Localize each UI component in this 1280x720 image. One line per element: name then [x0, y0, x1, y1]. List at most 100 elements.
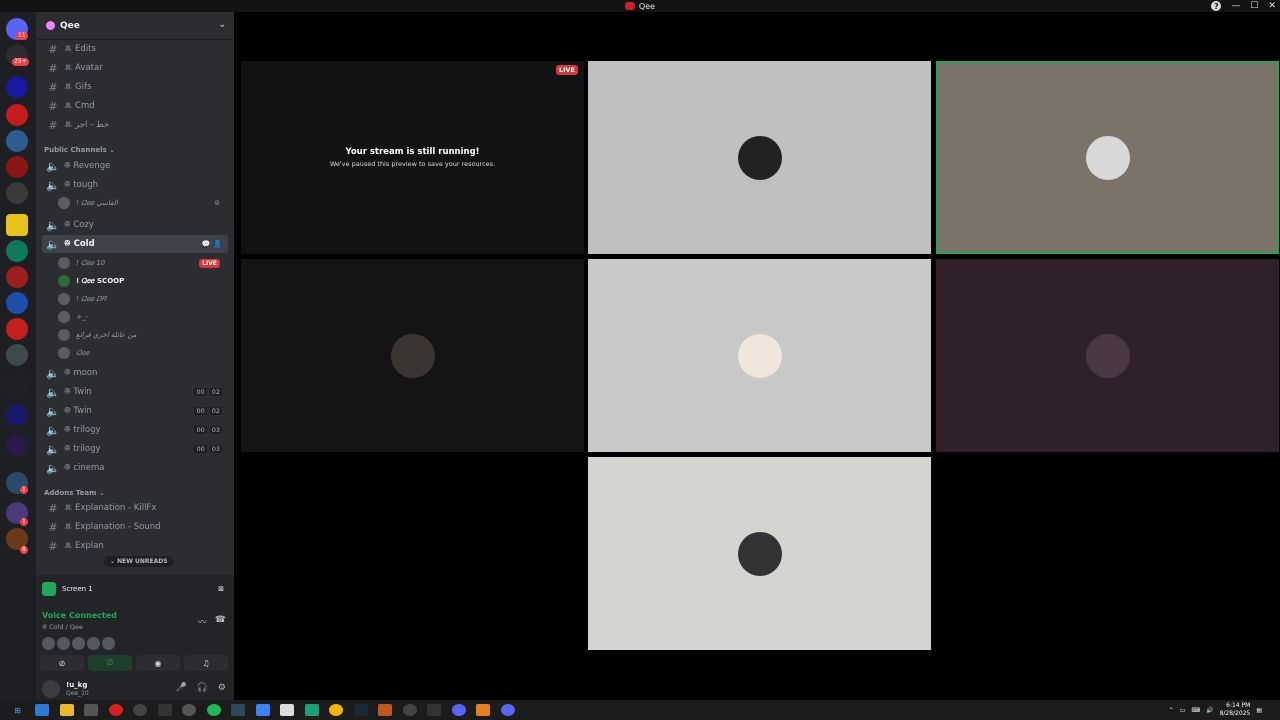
text-channel[interactable]: # ꔛ Avatar [42, 59, 228, 77]
participant-tile[interactable] [936, 259, 1279, 452]
folder-icon[interactable] [6, 214, 28, 236]
server-header[interactable]: Qee ⌄ [36, 12, 234, 40]
youtube-icon[interactable] [108, 704, 123, 716]
add-user-icon[interactable]: 👤 [213, 240, 222, 248]
notifications-icon[interactable]: ▤ [1256, 707, 1262, 714]
voice-user[interactable]: +_- [58, 308, 228, 326]
app-icon[interactable] [378, 704, 392, 716]
file-explorer-icon[interactable] [59, 704, 74, 716]
stream-tile[interactable]: LIVE Your stream is still running! We've … [241, 61, 584, 254]
app-icon[interactable] [35, 704, 49, 716]
maximize-button[interactable]: ☐ [1250, 1, 1258, 11]
category-addons-team[interactable]: Addons Team ⌄ [44, 489, 105, 497]
server-icon[interactable] [6, 76, 28, 98]
discord-icon[interactable] [451, 704, 466, 716]
chrome-icon[interactable] [329, 704, 343, 716]
text-channel[interactable]: # ꔛ Gifs [42, 78, 228, 96]
network-icon[interactable]: ▭ [1180, 707, 1186, 714]
voice-channel-path[interactable]: ꔮ Cold / Qee [42, 623, 83, 632]
help-icon[interactable]: ? [1211, 1, 1222, 11]
server-icon[interactable] [6, 318, 28, 340]
windows-start-icon[interactable]: ⊞ [11, 704, 25, 716]
voice-channel[interactable]: 🔈 ꔮ Revenge [42, 157, 228, 175]
dm-badge: 11 [16, 32, 28, 40]
keyboard-icon[interactable]: ⌨ [1191, 707, 1200, 714]
voice-channel[interactable]: 🔈 ꔮ cinema [42, 459, 228, 477]
server-icon[interactable] [6, 374, 28, 396]
server-icon[interactable] [6, 182, 28, 204]
headphones-icon[interactable]: 🎧 [197, 683, 208, 693]
text-channel[interactable]: # ꔛ Explan [42, 537, 228, 555]
text-channel[interactable]: # ꔛ Cmd [42, 97, 228, 115]
discord-icon[interactable] [500, 704, 515, 716]
server-icon[interactable] [6, 240, 28, 262]
server-icon[interactable] [6, 104, 28, 126]
server-icon[interactable] [6, 266, 28, 288]
text-channel[interactable]: # ꔛ خط - اجر [42, 116, 228, 134]
activity-button[interactable]: ◉ [136, 655, 180, 671]
app-icon[interactable] [182, 704, 196, 716]
text-channel[interactable]: # ꔛ Explanation - KillFx [42, 499, 228, 517]
voice-channel[interactable]: 🔈 ꔮ moon [42, 364, 228, 382]
server-icon[interactable] [6, 292, 28, 314]
participant-tile[interactable] [588, 259, 931, 452]
screen-share-button[interactable]: ⎚ [88, 655, 132, 671]
voice-channel-active[interactable]: 🔈 ꔮ Cold 💬 👤 [42, 235, 228, 253]
text-channel[interactable]: # ꔛ Explanation - Sound [42, 518, 228, 536]
current-user[interactable]: !u_kg Qee_10 🎤 🎧 ⚙ [40, 679, 230, 699]
volume-icon[interactable]: 🔊 [1206, 707, 1213, 714]
participant-tile[interactable] [588, 61, 931, 254]
settings-icon[interactable] [402, 704, 417, 716]
category-public-channels[interactable]: Public Channels ⌄ [44, 146, 115, 154]
noise-suppression-icon[interactable]: 〰 [198, 615, 207, 628]
server-icon[interactable] [6, 434, 28, 456]
new-unreads-button[interactable]: ⌄ NEW UNREADS [104, 556, 174, 567]
voice-user[interactable]: ! 𝑄𝑒𝑒 SCOOP [58, 272, 228, 290]
app-icon[interactable] [304, 704, 319, 716]
server-icon[interactable] [6, 404, 28, 426]
stop-stream-icon[interactable]: ⊠ [218, 585, 224, 593]
disconnect-icon[interactable]: ☎ [215, 615, 226, 628]
app-icon[interactable] [231, 704, 245, 716]
server-icon[interactable] [6, 156, 28, 178]
clock[interactable]: 6:14 PM 8/28/2025 [1220, 702, 1251, 718]
soundboard-button[interactable]: ♫ [184, 655, 228, 671]
server-icon[interactable] [6, 130, 28, 152]
minimize-button[interactable]: — [1231, 1, 1240, 11]
microphone-icon[interactable]: 🎤 [175, 683, 186, 693]
voice-channel[interactable]: 🔈 ꔮ Cozy [42, 216, 228, 234]
app-icon[interactable] [84, 704, 98, 716]
app-icon[interactable] [133, 704, 147, 716]
user-limit: 03 [209, 445, 222, 453]
app-icon[interactable] [157, 704, 172, 716]
voice-connected-status[interactable]: Voice Connected [42, 611, 117, 620]
app-icon[interactable] [427, 704, 441, 716]
steam-icon[interactable] [353, 704, 368, 716]
participant-tile-speaking[interactable] [936, 61, 1279, 254]
notepad-icon[interactable] [280, 704, 294, 716]
voice-channel[interactable]: 🔈 ꔮ trilogy 00 03 [42, 421, 228, 439]
chat-icon[interactable]: 💬 [202, 240, 211, 248]
voice-channel[interactable]: 🔈 ꔮ trilogy 00 03 [42, 440, 228, 458]
app-icon[interactable] [255, 704, 270, 716]
screen-share-indicator[interactable]: Screen 1 ⊠ [36, 575, 234, 603]
voice-user[interactable]: 𝑄𝑒𝑒 [58, 344, 228, 362]
gear-icon[interactable]: ⚙ [218, 683, 226, 693]
spotify-icon[interactable] [206, 704, 221, 716]
voice-user[interactable]: من عائلة اخري فرائع [58, 326, 228, 344]
voice-channel[interactable]: 🔈 ꔮ tough [42, 176, 228, 194]
voice-user[interactable]: ! 𝑄𝑒𝑒 𝐷𝑅 [58, 290, 228, 308]
camera-button[interactable]: ⊘ [40, 655, 84, 671]
voice-user[interactable]: ! 𝑄𝑒𝑒 10 LIVE [58, 254, 228, 272]
voice-user[interactable]: ! 𝑄𝑒𝑒 الفاسي ⊘ [58, 194, 228, 212]
text-channel[interactable]: # ꔛ Edits [42, 40, 228, 58]
participant-tile[interactable] [588, 457, 931, 650]
unread-badge: 1 [20, 518, 28, 526]
app-icon[interactable] [476, 704, 490, 716]
participant-tile[interactable] [241, 259, 584, 452]
server-icon[interactable] [6, 344, 28, 366]
voice-channel[interactable]: 🔈 ꔮ Twin 00 02 [42, 402, 228, 420]
chevron-up-icon[interactable]: ⌃ [1169, 707, 1174, 714]
close-button[interactable]: ✕ [1268, 1, 1276, 11]
voice-channel[interactable]: 🔈 ꔮ Twin 00 02 [42, 383, 228, 401]
